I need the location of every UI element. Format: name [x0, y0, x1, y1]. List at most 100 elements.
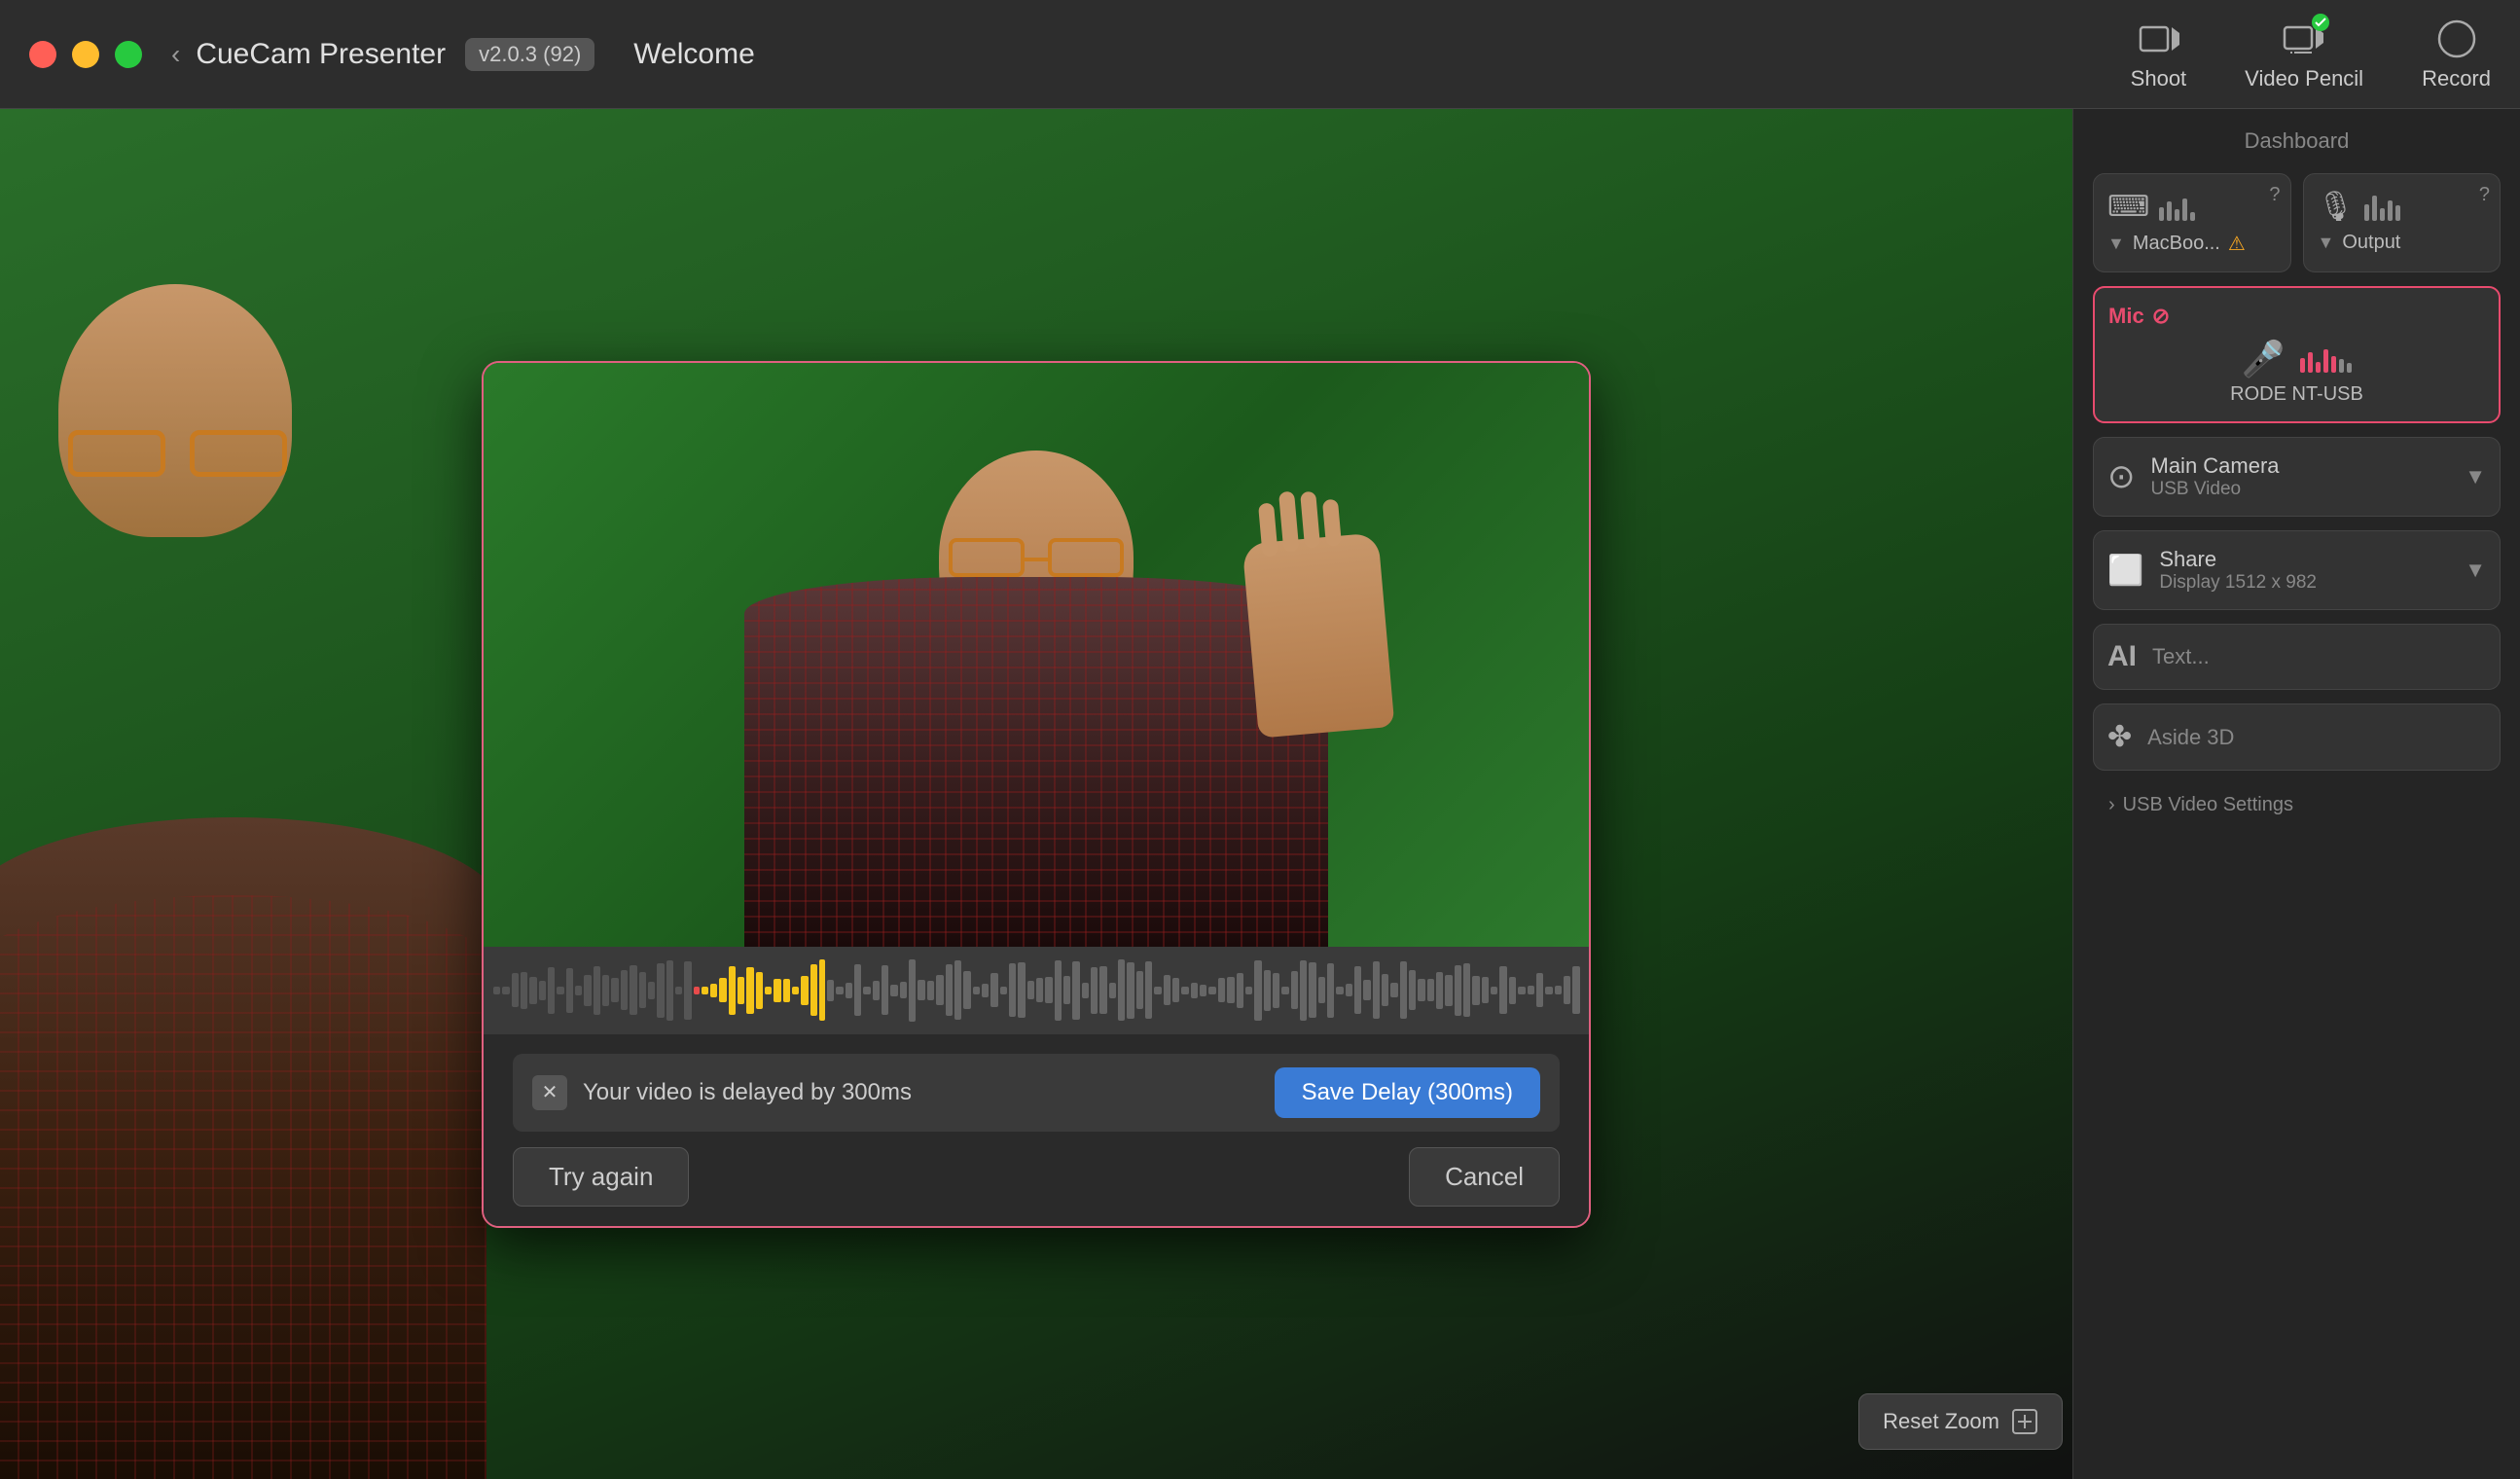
- waveform-bar: [719, 978, 726, 1002]
- mic-device-label: RODE NT-USB: [2108, 383, 2485, 406]
- version-badge: v2.0.3 (92): [465, 38, 594, 71]
- waveform-bar: [1127, 962, 1134, 1019]
- waveform-bar: [1327, 963, 1334, 1018]
- waveform-bar: [1281, 987, 1288, 994]
- waveform-bar: [1091, 967, 1098, 1014]
- mic-card[interactable]: Mic ⊘ 🎤 RODE NT-USB: [2093, 286, 2501, 423]
- try-again-button[interactable]: Try again: [513, 1147, 689, 1207]
- save-delay-button[interactable]: Save Delay (300ms): [1275, 1067, 1540, 1118]
- mic-controls: 🎤: [2108, 339, 2485, 379]
- waveform-bar: [1245, 987, 1252, 994]
- waveform-bar: [765, 987, 772, 994]
- mic-icon: 🎤: [2242, 339, 2286, 379]
- input-help-icon[interactable]: ?: [2269, 184, 2280, 206]
- waveform-bar: [1309, 962, 1315, 1018]
- waveform-bar: [539, 981, 546, 1000]
- waveform-bar: [946, 964, 953, 1016]
- waveform-bar: [1509, 977, 1516, 1004]
- modal-bottom: ✕ Your video is delayed by 300ms Save De…: [484, 1034, 1589, 1226]
- waveform-bar: [1436, 972, 1443, 1009]
- waveform-bar: [900, 982, 907, 998]
- waveform-bar: [657, 963, 664, 1018]
- waveform-bar: [1218, 978, 1225, 1002]
- waveform-bar: [1208, 987, 1215, 994]
- waveform-bar: [1009, 963, 1016, 1017]
- waveform-bar: [1036, 978, 1043, 1002]
- waveform-bar: [973, 987, 980, 994]
- shoot-button[interactable]: Shoot: [2131, 18, 2187, 91]
- traffic-light-yellow[interactable]: [72, 41, 99, 68]
- waveform-bar: [648, 982, 655, 999]
- modal-glasses-r: [1048, 538, 1124, 577]
- dashboard-label: Dashboard: [2093, 128, 2501, 154]
- mbar2: [2308, 352, 2313, 373]
- waveform-bar: [729, 966, 736, 1015]
- waveform-bar: [1472, 976, 1479, 1005]
- output-help-icon[interactable]: ?: [2479, 184, 2490, 206]
- output-level-bars: [2364, 194, 2400, 221]
- waveform-bar: [1273, 973, 1279, 1008]
- waveform-bar: [1390, 983, 1397, 997]
- input-chevron: ▼: [2107, 234, 2125, 254]
- main-area: ✕ Your video is delayed by 300ms Save De…: [0, 109, 2520, 1479]
- traffic-lights: [29, 41, 142, 68]
- waveform-bar: [1082, 983, 1089, 998]
- waveform-bar: [927, 981, 934, 1000]
- waveform-bar: [1455, 965, 1461, 1016]
- video-pencil-button[interactable]: Video Pencil: [2245, 18, 2363, 91]
- close-delay-button[interactable]: ✕: [532, 1075, 567, 1110]
- titlebar: ‹ CueCam Presenter v2.0.3 (92) Welcome S…: [0, 0, 2520, 109]
- checkmark-badge: [2312, 14, 2329, 31]
- waveform-bar: [954, 960, 961, 1020]
- traffic-light-green[interactable]: [115, 41, 142, 68]
- waveform-bar: [611, 978, 618, 1002]
- modal-hand: [1242, 532, 1395, 738]
- share-title: Share: [2159, 547, 2449, 572]
- camera-chevron[interactable]: ▼: [2465, 464, 2486, 489]
- waveform-bar: [1528, 986, 1534, 994]
- obar1: [2364, 204, 2369, 221]
- sync-modal: ✕ Your video is delayed by 300ms Save De…: [482, 361, 1591, 1228]
- share-card[interactable]: ⬜ Share Display 1512 x 982 ▼: [2093, 530, 2501, 610]
- waveform-bar: [792, 987, 799, 994]
- waveform-bar: [783, 979, 790, 1002]
- waveform-bar: [1027, 981, 1034, 999]
- welcome-label: Welcome: [633, 38, 754, 71]
- waveform-bar: [1237, 973, 1243, 1008]
- waveform-bar: [1400, 961, 1407, 1019]
- cancel-button[interactable]: Cancel: [1409, 1147, 1560, 1207]
- waveform-bar: [1491, 987, 1497, 994]
- usb-video-settings-link[interactable]: › USB Video Settings: [2093, 784, 2501, 826]
- mbar6: [2339, 359, 2344, 373]
- share-chevron[interactable]: ▼: [2465, 558, 2486, 583]
- record-icon: [2435, 18, 2478, 60]
- waveform-bar: [684, 961, 691, 1020]
- waveform-bar: [1409, 970, 1416, 1010]
- traffic-light-red[interactable]: [29, 41, 56, 68]
- waveform-bar: [854, 964, 861, 1016]
- waveform-bar: [1536, 973, 1543, 1007]
- waveform-bar: [1463, 963, 1470, 1017]
- waveform-bar: [1518, 987, 1525, 994]
- waveform-bar: [819, 959, 825, 1021]
- waveform-bar: [1318, 977, 1325, 1003]
- waveform-bar: [1145, 961, 1152, 1019]
- waveform-bar: [502, 987, 509, 994]
- waveform-bar: [936, 975, 943, 1005]
- text-card[interactable]: AI Text...: [2093, 624, 2501, 690]
- record-label: Record: [2422, 66, 2491, 91]
- input-card[interactable]: ? ⌨ ▼ MacBoo... ⚠: [2093, 173, 2291, 272]
- waveform-bar: [1099, 966, 1106, 1014]
- back-button[interactable]: ‹: [171, 39, 180, 70]
- output-card[interactable]: ? 🎙 ▼ Output: [2303, 173, 2502, 272]
- bar4: [2182, 198, 2187, 220]
- waveform-bar: [602, 975, 609, 1006]
- waveform-bar: [1300, 960, 1307, 1021]
- main-camera-card[interactable]: ⊙ Main Camera USB Video ▼: [2093, 437, 2501, 517]
- share-info: Share Display 1512 x 982: [2159, 547, 2449, 594]
- modal-glasses-bridge: [1025, 558, 1048, 561]
- record-button[interactable]: Record: [2422, 18, 2491, 91]
- mbar1: [2300, 358, 2305, 373]
- aside-3d-card[interactable]: ✤ Aside 3D: [2093, 703, 2501, 771]
- waveform-bar: [1264, 970, 1271, 1011]
